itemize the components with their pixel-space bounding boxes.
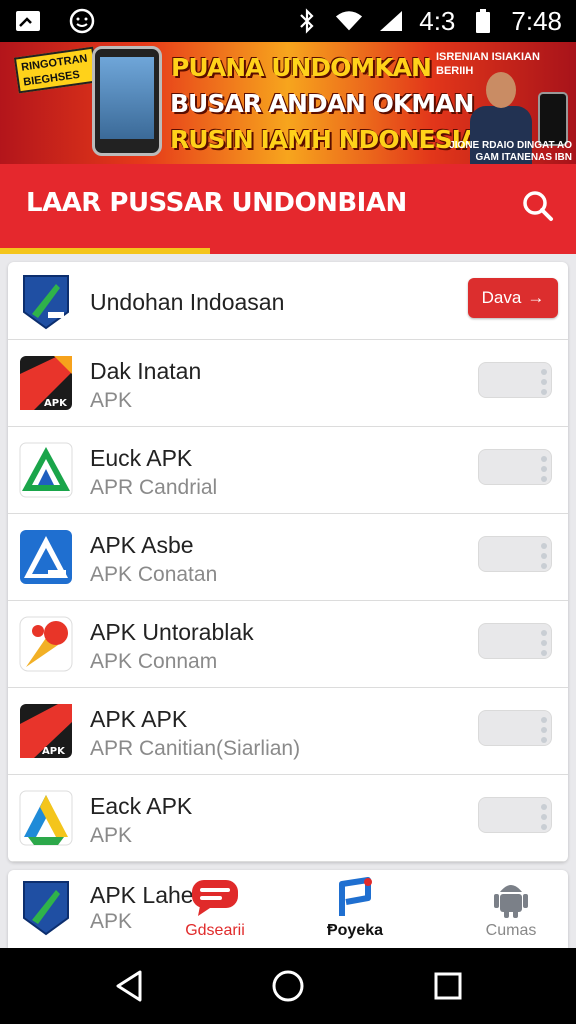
download-button-label: Dava [481, 288, 522, 307]
list-item[interactable]: APK APK APK APR Canitian(Siarlian) [8, 688, 568, 775]
banner-right-bottom-left: JIONE RDAIO [449, 140, 515, 151]
nav-item-poyeka[interactable]: Ᵽoyeka [300, 876, 410, 946]
banner-phone-image [92, 46, 162, 156]
green-yellow-triangle-icon [18, 789, 74, 847]
banner-tag: RINGOTRAN BIEGHSES [13, 46, 99, 94]
list-item[interactable]: APK Dak Inatan APK [8, 340, 568, 427]
toggle-switch[interactable] [478, 623, 552, 659]
home-icon[interactable] [270, 968, 306, 1004]
blue-triangle-app-icon [18, 528, 74, 586]
app-list: Undohan Indoasan Dava → APK Dak Inatan A… [8, 262, 568, 862]
list-item[interactable]: Eack APK APK [8, 775, 568, 862]
toggle-switch[interactable] [478, 710, 552, 746]
app-name: Dak Inatan [90, 358, 202, 384]
blue-shield-app-icon [18, 878, 74, 936]
app-name: APK Untorablak [90, 619, 254, 645]
nav-item-gdsearii[interactable]: Gdsearii [160, 876, 270, 946]
app-subtitle: APK [90, 389, 133, 412]
red-black-apk-icon: APK [18, 702, 74, 760]
toggle-switch[interactable] [478, 536, 552, 572]
app-name: Undohan Indoasan [90, 289, 285, 315]
nav-item-cumas[interactable]: Cumas [456, 876, 566, 946]
app-subtitle: APR Candrial [90, 476, 218, 499]
arrow-right-icon: → [527, 288, 545, 307]
app-name: Eack APK [90, 793, 193, 819]
banner-line-1: PUANA UNDOMKAN [171, 53, 432, 82]
smiley-icon [68, 7, 96, 35]
battery-icon [469, 7, 497, 35]
app-name: APK APK [90, 706, 188, 732]
promo-banner[interactable]: RINGOTRAN BIEGHSES PUANA UNDOMKAN BUSAR … [0, 42, 576, 164]
wifi-icon [335, 7, 363, 35]
list-item[interactable]: Euck APK APR Candrial [8, 427, 568, 514]
app-subtitle: APK Connam [90, 650, 218, 673]
bluetooth-icon [293, 7, 321, 35]
page-title: LAAR PUSSAR UNDONBIAN [26, 188, 407, 218]
blue-shield-app-icon [18, 272, 74, 330]
red-black-apk-icon: APK [18, 354, 74, 412]
download-button[interactable]: Dava → [468, 278, 558, 318]
bottom-nav-bar: APK Lahe APK Gdsearii Ᵽoyeka Cumas [8, 870, 568, 948]
cone-app-icon [18, 615, 74, 673]
nav-label: Ᵽoyeka [326, 922, 384, 939]
svg-text:APK: APK [44, 398, 68, 409]
app-subtitle: APK [90, 910, 133, 933]
toggle-switch[interactable] [478, 362, 552, 398]
list-item[interactable]: APK Asbe APK Conatan [8, 514, 568, 601]
list-item[interactable]: APK Untorablak APK Connam [8, 601, 568, 688]
list-item[interactable]: Undohan Indoasan Dava → [8, 262, 568, 340]
app-subtitle: APR Canitian(Siarlian) [90, 737, 301, 760]
battery-text: 4:3 [419, 5, 456, 36]
app-subtitle: APK [90, 824, 133, 847]
nav-label: Cumas [485, 922, 537, 939]
app-header: LAAR PUSSAR UNDONBIAN [0, 164, 576, 254]
banner-line-2: BUSAR ANDAN OKMAN [170, 89, 474, 118]
back-icon[interactable] [112, 968, 148, 1004]
status-bar: 4:3 7:48 [0, 0, 576, 42]
cast-icon [14, 7, 42, 35]
app-name: Euck APK [90, 445, 193, 471]
nav-label: Gdsearii [185, 922, 245, 939]
recents-icon[interactable] [430, 968, 466, 1004]
banner-phone-image-2 [538, 92, 568, 146]
green-triangle-app-icon [18, 441, 74, 499]
flag-p-icon [330, 876, 380, 918]
tab-indicator [0, 248, 210, 254]
chat-bubble-icon [190, 876, 240, 918]
svg-text:APK: APK [42, 746, 66, 757]
banner-line-3: RUSIN IAMH NDONESIA [170, 125, 479, 154]
app-name: APK Asbe [90, 532, 194, 558]
toggle-switch[interactable] [478, 449, 552, 485]
system-nav-bar [0, 948, 576, 1024]
clock: 7:48 [511, 5, 562, 36]
app-subtitle: APK Conatan [90, 563, 218, 586]
search-icon[interactable] [518, 186, 558, 226]
android-icon [486, 876, 536, 918]
toggle-switch[interactable] [478, 797, 552, 833]
signal-icon [377, 7, 405, 35]
